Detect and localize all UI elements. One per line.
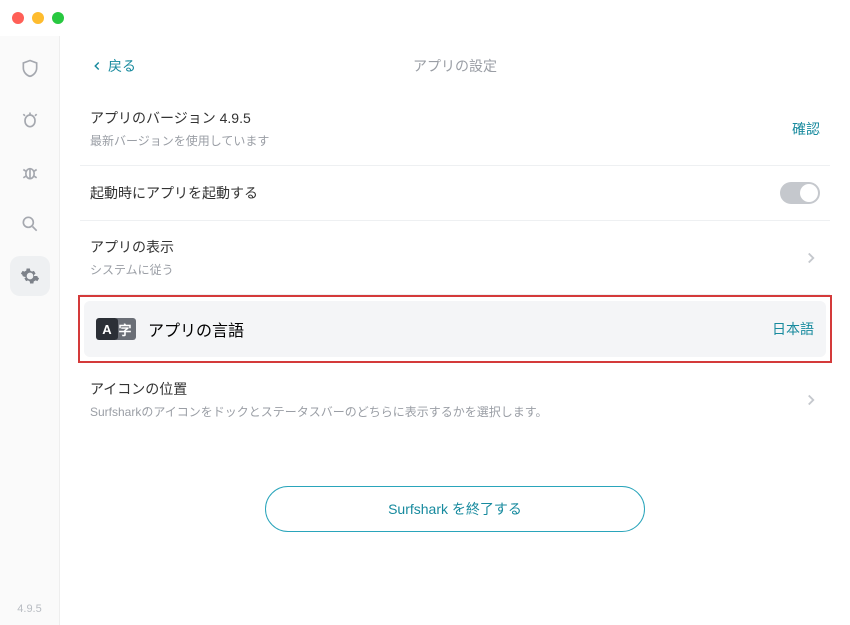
page-title: アプリの設定 (413, 56, 497, 76)
back-button[interactable]: 戻る (90, 56, 136, 76)
startup-title: 起動時にアプリを起動する (90, 183, 258, 203)
sidebar: 4.9.5 (0, 36, 60, 625)
language-value: 日本語 (772, 319, 814, 339)
row-text: アプリの表示 システムに従う (90, 237, 174, 278)
titlebar (0, 0, 850, 36)
minimize-window-button[interactable] (32, 12, 44, 24)
app-body: 4.9.5 戻る アプリの設定 アプリのバージョン 4.9.5 最新バージョンを… (0, 36, 850, 625)
gear-icon (20, 266, 40, 286)
chevron-left-icon (90, 59, 104, 73)
check-version-link[interactable]: 確認 (792, 119, 820, 139)
sidebar-item-antivirus[interactable] (10, 152, 50, 192)
icon-position-title: アイコンの位置 (90, 379, 548, 399)
search-icon (20, 214, 40, 234)
maximize-window-button[interactable] (52, 12, 64, 24)
row-text: 起動時にアプリを起動する (90, 183, 258, 203)
version-subtitle: 最新バージョンを使用しています (90, 132, 269, 149)
toggle-knob (800, 184, 818, 202)
row-text: アプリのバージョン 4.9.5 最新バージョンを使用しています (90, 108, 269, 149)
language-icon: A 字 (96, 318, 136, 340)
language-row-left: A 字 アプリの言語 (96, 317, 244, 341)
icon-position-row[interactable]: アイコンの位置 Surfsharkのアイコンをドックとステータスバーのどちらに表… (80, 363, 830, 436)
chevron-right-icon (802, 391, 820, 409)
sidebar-item-settings[interactable] (10, 256, 50, 296)
icon-position-subtitle: Surfsharkのアイコンをドックとステータスバーのどちらに表示するかを選択し… (90, 403, 548, 420)
language-row[interactable]: A 字 アプリの言語 日本語 (84, 301, 826, 357)
sidebar-item-vpn[interactable] (10, 48, 50, 88)
appearance-title: アプリの表示 (90, 237, 174, 257)
header: 戻る アプリの設定 (80, 36, 830, 92)
version-title: アプリのバージョン 4.9.5 (90, 108, 269, 128)
appearance-subtitle: システムに従う (90, 261, 174, 278)
shield-icon (20, 58, 40, 78)
main-content: 戻る アプリの設定 アプリのバージョン 4.9.5 最新バージョンを使用していま… (60, 36, 850, 625)
row-text: アイコンの位置 Surfsharkのアイコンをドックとステータスバーのどちらに表… (90, 379, 548, 420)
close-window-button[interactable] (12, 12, 24, 24)
sidebar-item-alert[interactable] (10, 100, 50, 140)
sidebar-version: 4.9.5 (17, 603, 41, 615)
alert-icon (20, 110, 40, 130)
language-title: アプリの言語 (148, 317, 244, 341)
chevron-right-icon (802, 249, 820, 267)
startup-row: 起動時にアプリを起動する (80, 166, 830, 221)
quit-button[interactable]: Surfshark を終了する (265, 486, 645, 532)
startup-toggle[interactable] (780, 182, 820, 204)
sidebar-item-search[interactable] (10, 204, 50, 244)
bug-icon (20, 162, 40, 182)
app-version-row: アプリのバージョン 4.9.5 最新バージョンを使用しています 確認 (80, 92, 830, 166)
appearance-row[interactable]: アプリの表示 システムに従う (80, 221, 830, 295)
back-label: 戻る (108, 56, 136, 76)
language-chip-a: A (96, 318, 118, 340)
language-row-highlight: A 字 アプリの言語 日本語 (78, 295, 832, 363)
